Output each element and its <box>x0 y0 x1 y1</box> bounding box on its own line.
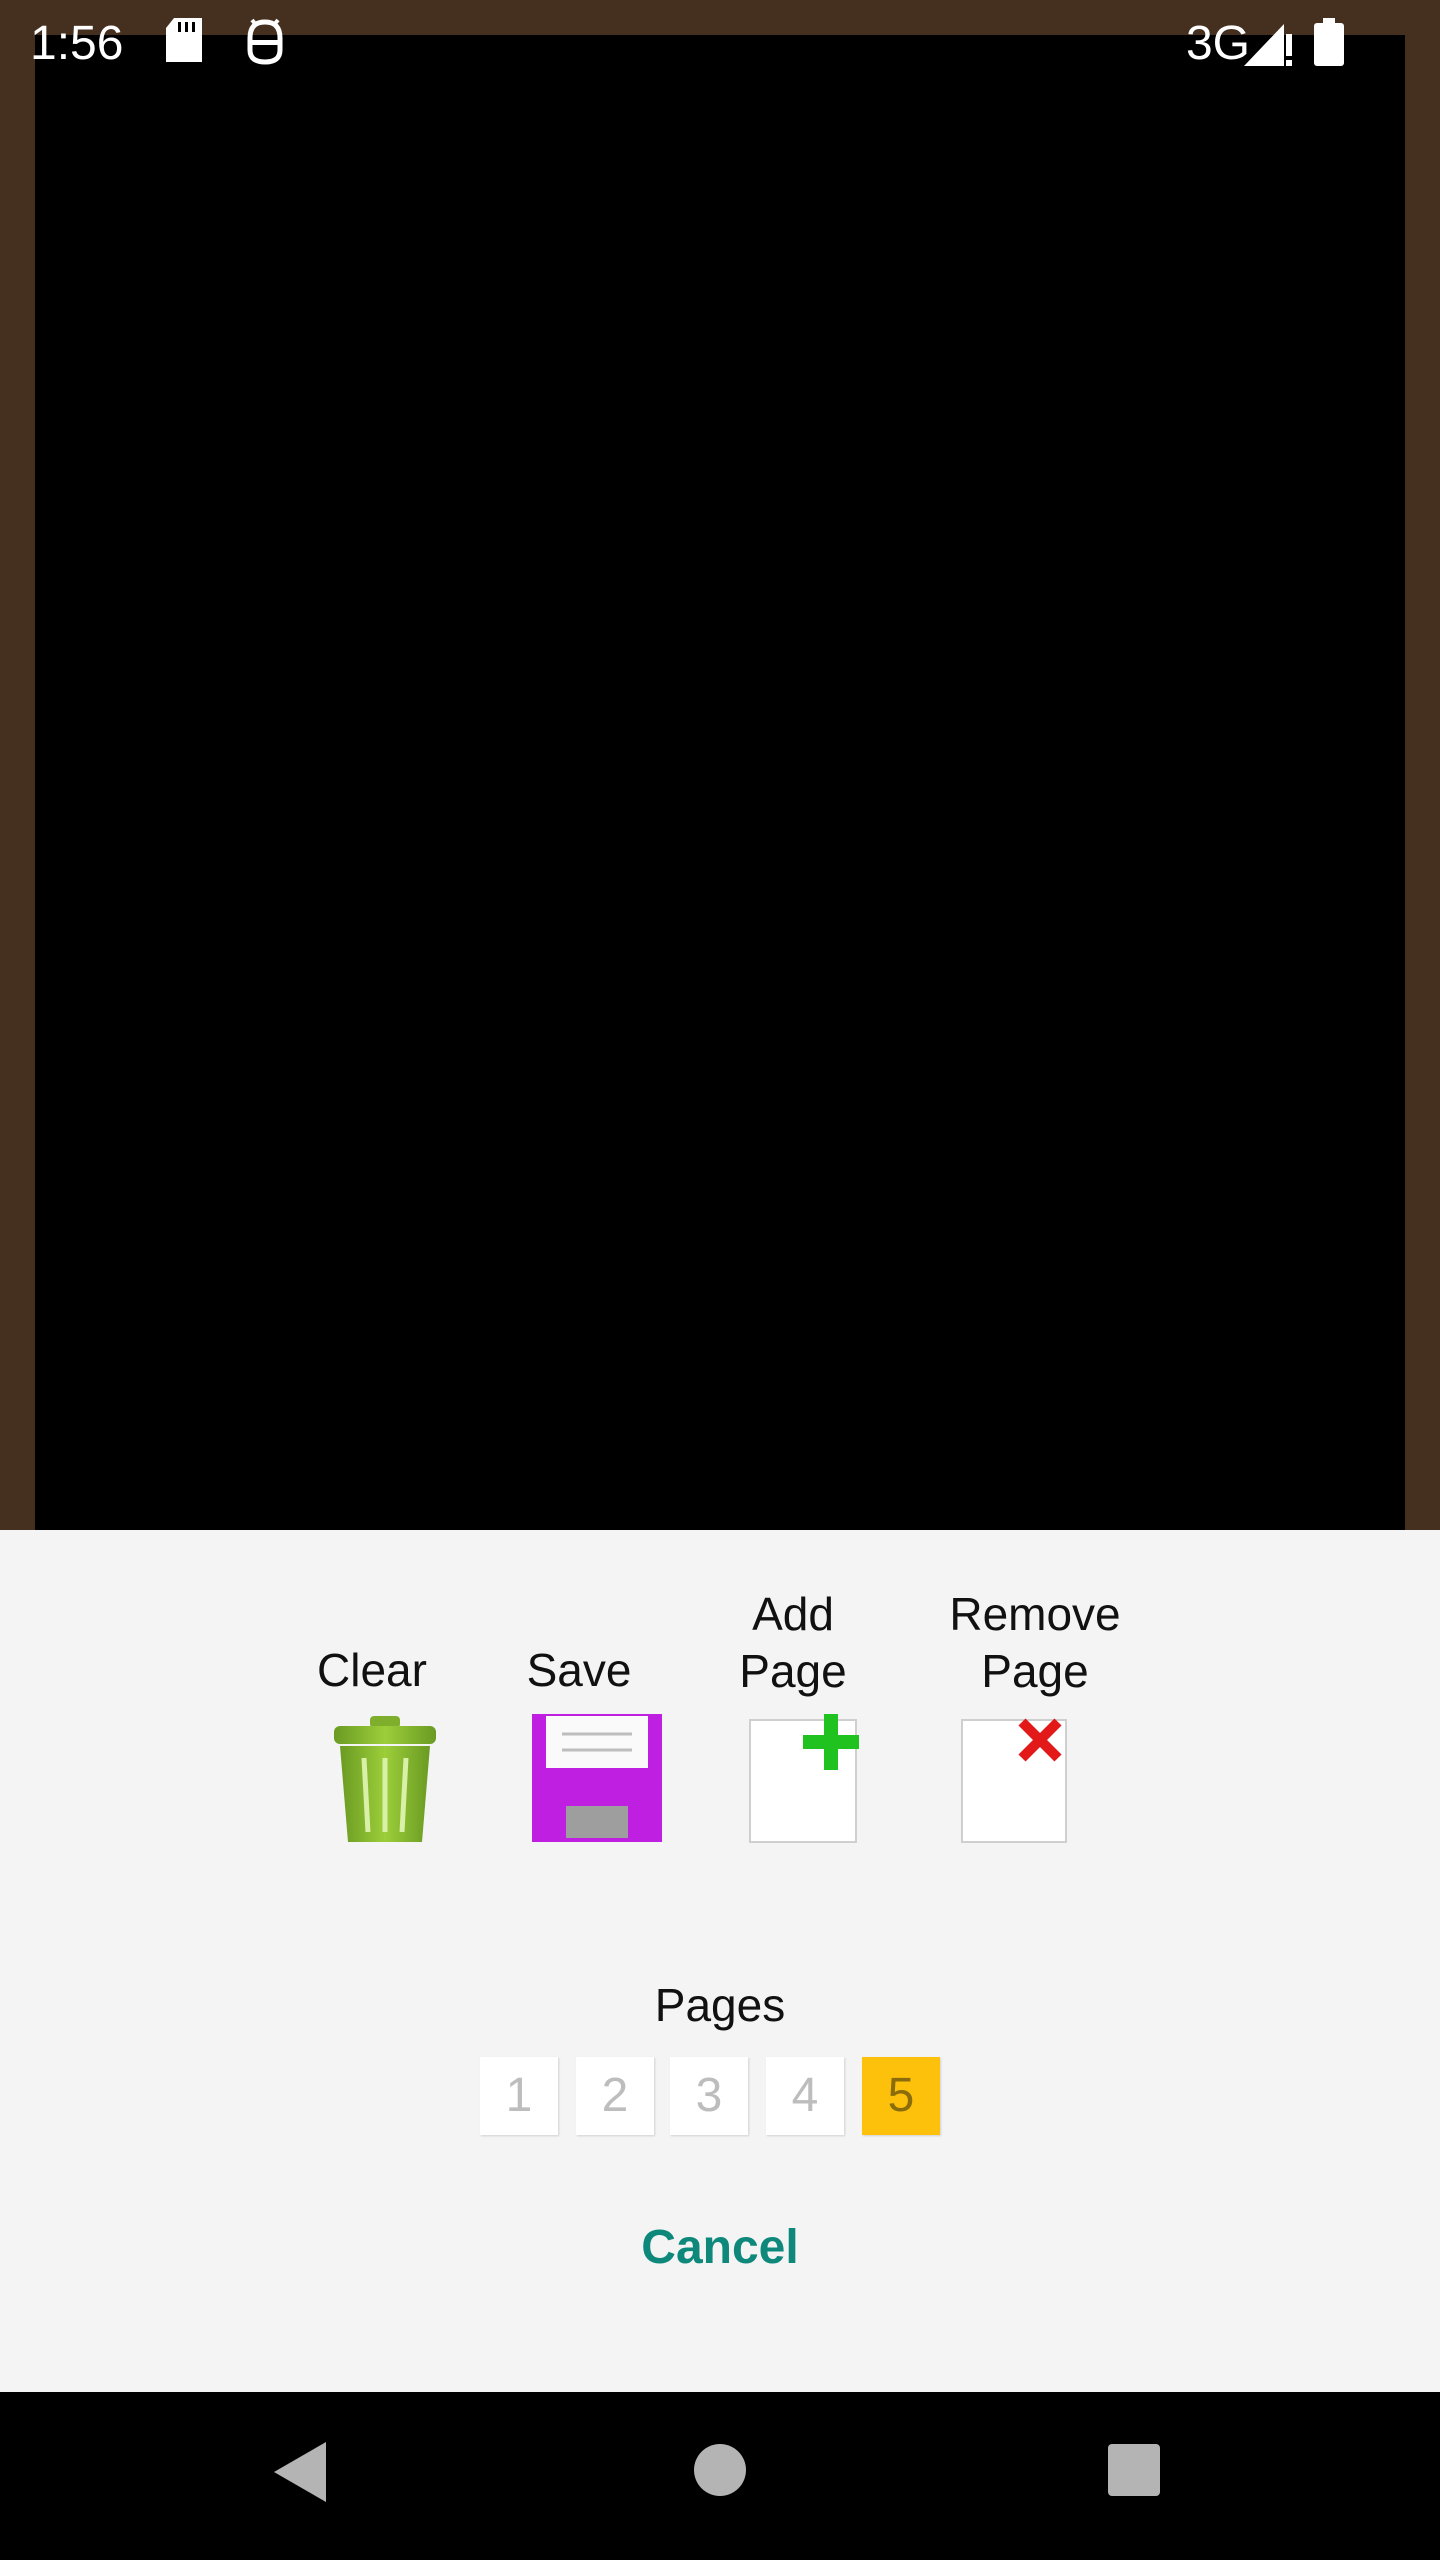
add-page-icon <box>749 1714 859 1843</box>
signal-icon <box>1244 24 1292 66</box>
debug-icon <box>247 18 283 65</box>
trash-icon <box>334 1716 436 1842</box>
remove-page-icon <box>961 1718 1067 1843</box>
clear-label: Clear <box>317 1644 427 1696</box>
cancel-button[interactable]: Cancel <box>0 2220 1440 2275</box>
remove-page-button[interactable]: Remove Page <box>940 1586 1130 1843</box>
sd-card-icon <box>166 18 202 62</box>
remove-page-label: Remove Page <box>949 1588 1121 1697</box>
save-label: Save <box>526 1644 632 1696</box>
page-chip-4[interactable]: 4 <box>766 2057 844 2135</box>
page-chip-2[interactable]: 2 <box>576 2057 654 2135</box>
floppy-disk-icon <box>532 1714 662 1842</box>
pages-title: Pages <box>654 1979 786 2031</box>
save-button[interactable]: Save <box>514 1642 662 1842</box>
navigation-bar <box>0 2392 1440 2560</box>
page-chip-3[interactable]: 3 <box>670 2057 748 2135</box>
page-options-sheet: Clear Save Add Page Remove Page Pages 1 … <box>0 1530 1440 2392</box>
tool-row: Clear Save Add Page Remove Page <box>0 1530 1440 1870</box>
add-page-button[interactable]: Add Page <box>734 1586 859 1843</box>
network-type: 3G <box>1185 17 1250 70</box>
clear-button[interactable]: Clear <box>310 1642 436 1842</box>
status-time: 1:56 <box>30 17 124 70</box>
back-icon[interactable] <box>272 2440 328 2504</box>
drawing-canvas[interactable] <box>35 35 1405 1530</box>
recents-icon[interactable] <box>1108 2444 1160 2496</box>
status-bar: 1:56 3G <box>0 0 1440 84</box>
home-icon[interactable] <box>694 2444 746 2496</box>
page-chip-5[interactable]: 5 <box>862 2057 940 2135</box>
battery-icon <box>1314 18 1344 66</box>
page-chip-1[interactable]: 1 <box>480 2057 558 2135</box>
add-page-label: Add Page <box>739 1588 847 1697</box>
